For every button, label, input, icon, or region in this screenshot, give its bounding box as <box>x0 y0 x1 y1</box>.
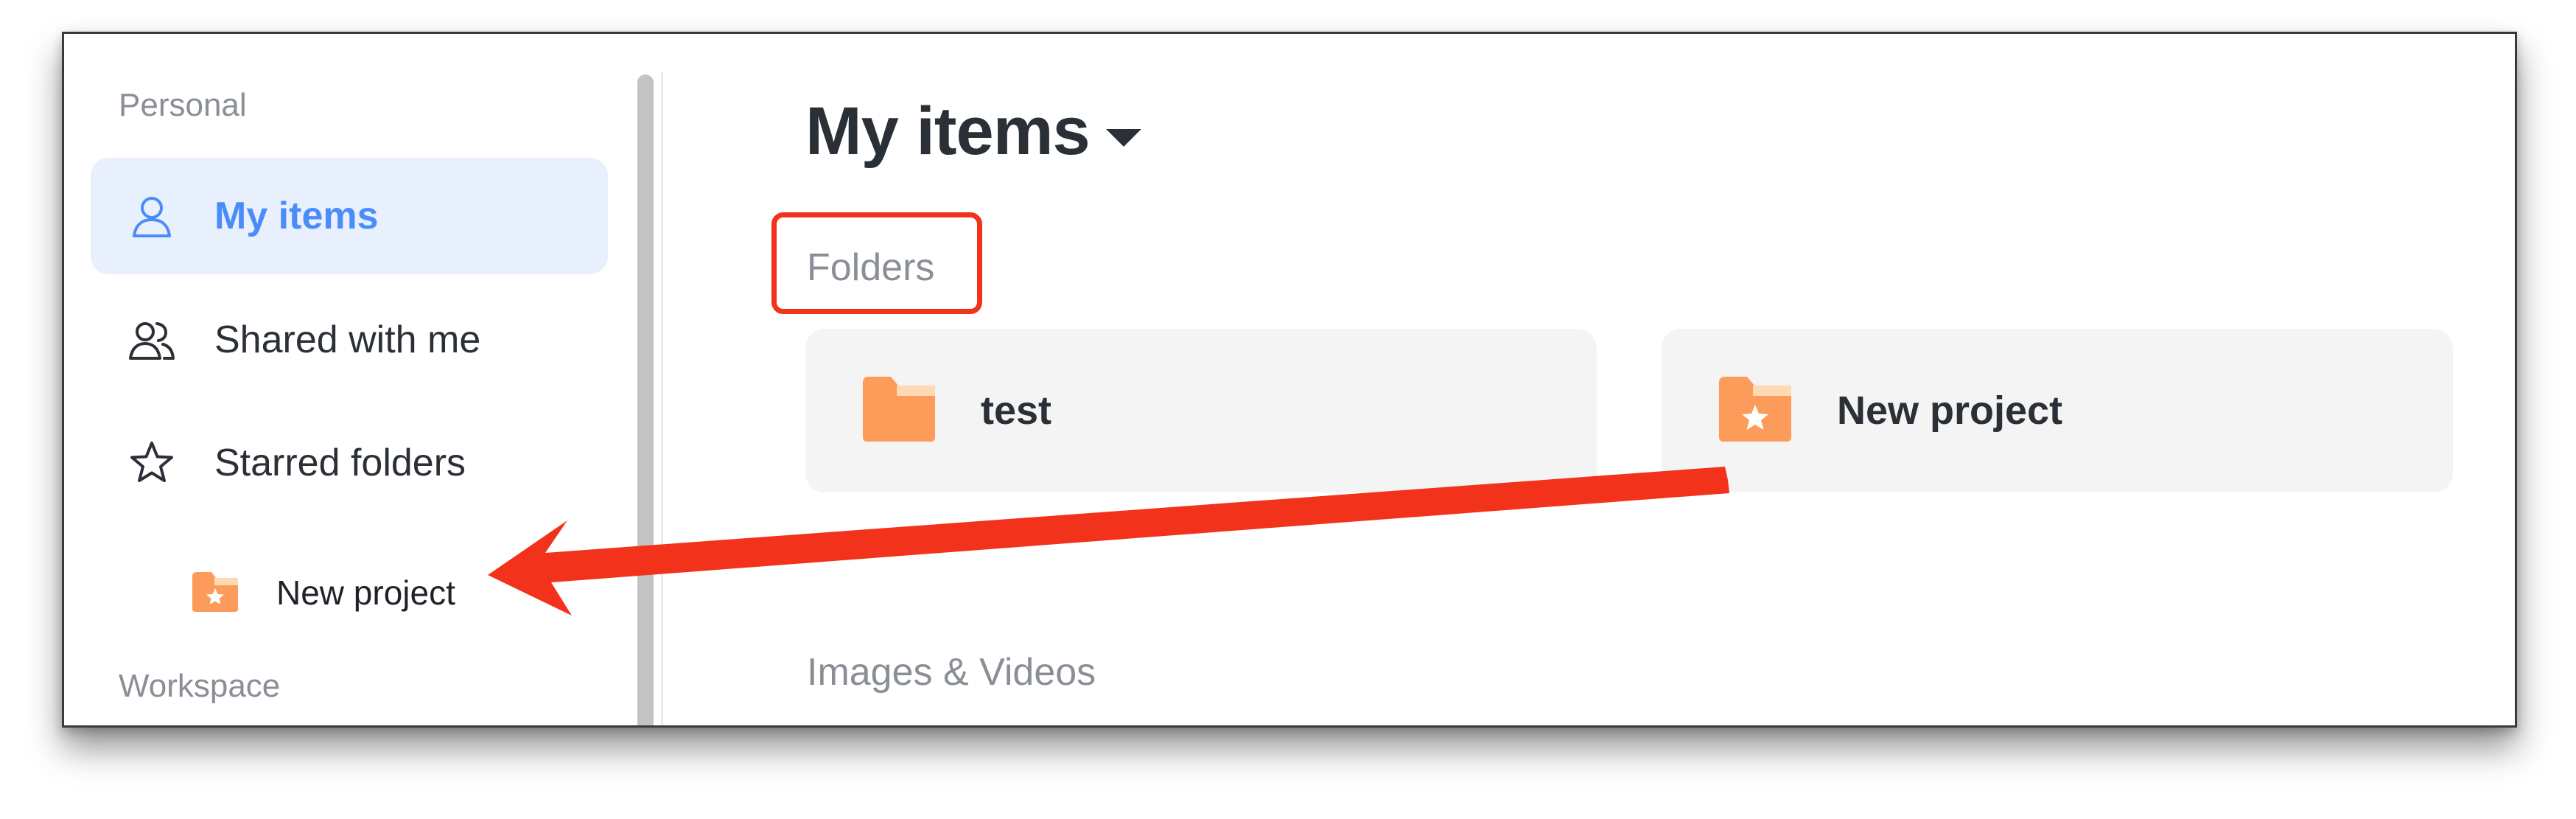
annotation-highlight-box <box>771 212 982 314</box>
sidebar-item-my-items[interactable]: My items <box>91 158 608 274</box>
starred-folder-new-project[interactable]: New project <box>189 556 455 630</box>
sidebar-item-starred-folders[interactable]: Starred folders <box>91 405 608 521</box>
sidebar-divider <box>661 72 663 725</box>
user-icon <box>127 192 176 240</box>
screenshot-stage: Personal My items Shared with me Starred… <box>0 0 2576 819</box>
sidebar-item-label: My items <box>214 195 379 237</box>
sidebar-item-label: Shared with me <box>214 318 481 361</box>
folder-icon <box>858 372 939 450</box>
users-icon <box>127 316 176 364</box>
folder-card-label: test <box>981 388 1052 433</box>
starred-folder-icon <box>1715 372 1796 450</box>
caret-down-icon <box>1105 128 1141 147</box>
starred-folder-icon <box>189 569 241 617</box>
star-icon <box>127 439 176 487</box>
sidebar-item-shared-with-me[interactable]: Shared with me <box>91 282 608 398</box>
page-title-dropdown[interactable]: My items <box>805 93 1141 170</box>
folder-card-new-project[interactable]: New project <box>1662 329 2453 492</box>
section-label-personal: Personal <box>119 87 247 123</box>
sidebar-scrollbar[interactable] <box>637 74 654 725</box>
starred-folder-label: New project <box>276 574 455 612</box>
sidebar: Personal My items Shared with me Starred… <box>64 34 639 725</box>
sidebar-item-label: Starred folders <box>214 442 466 484</box>
page-title: My items <box>805 94 1091 169</box>
section-label-workspace: Workspace <box>119 668 281 704</box>
folder-card-label: New project <box>1837 388 2063 433</box>
folder-card-test[interactable]: test <box>805 329 1597 492</box>
images-videos-section-label: Images & Videos <box>807 651 1096 694</box>
app-window: Personal My items Shared with me Starred… <box>62 32 2517 728</box>
